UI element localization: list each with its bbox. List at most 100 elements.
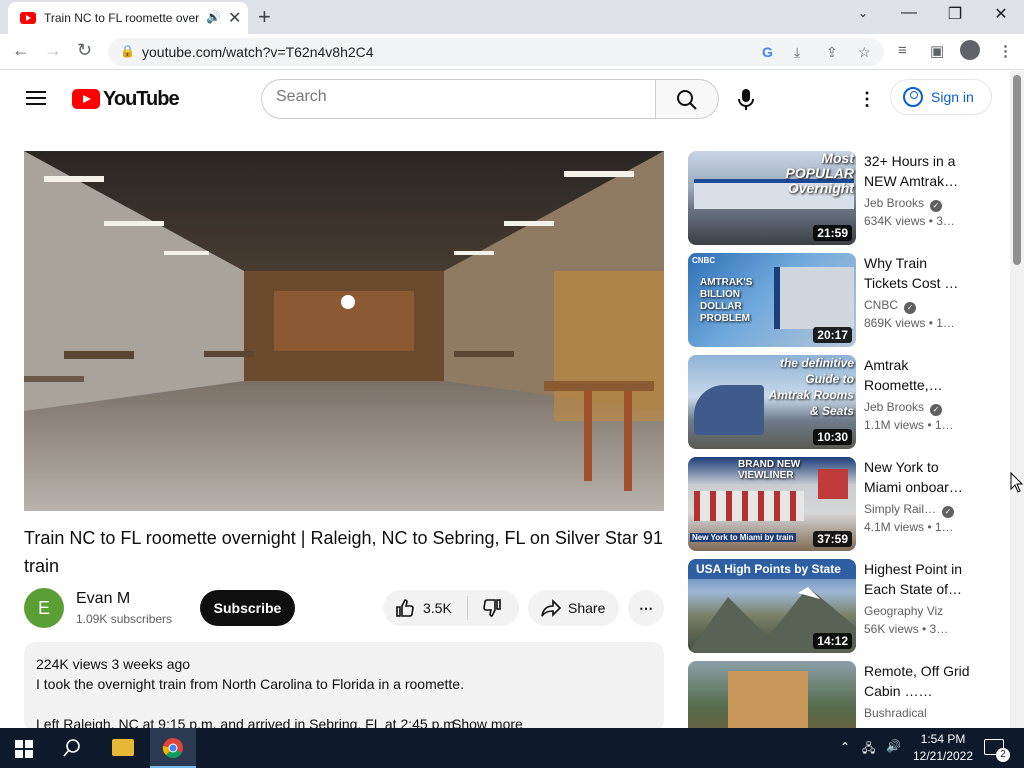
search-button[interactable] <box>655 79 719 119</box>
recommendation-title[interactable]: New York to Miami onboar… <box>864 457 974 497</box>
recommendation-stats: 4.1M views • 1… <box>864 520 954 534</box>
like-count: 3.5K <box>423 600 452 616</box>
channel-name[interactable]: Evan M <box>76 590 130 608</box>
browser-tab[interactable]: Train NC to FL roomette overnight | Rale… <box>8 2 248 34</box>
subscribe-button[interactable]: Subscribe <box>200 590 295 626</box>
volume-icon[interactable]: 🔊 <box>886 739 901 753</box>
cabin-shape <box>728 671 808 728</box>
browser-tab-strip: Train NC to FL roomette overnight | Rale… <box>0 0 1024 34</box>
clock-time[interactable]: 1:54 PM <box>917 732 969 746</box>
recommendation-item[interactable]: USA High Points by State 14:12 Highest P… <box>688 559 988 653</box>
recommendation-title[interactable]: Why Train Tickets Cost … <box>864 253 974 293</box>
reload-icon[interactable]: ↻ <box>77 40 92 61</box>
channel-avatar[interactable]: E <box>24 588 64 628</box>
side-panel-icon[interactable]: ▣ <box>930 42 944 60</box>
thumbnail-overlay-text: the definitive Guide to Amtrak Rooms & S… <box>768 356 854 418</box>
verified-check-icon: ✓ <box>942 506 955 518</box>
recommendation-stats: 634K views • 3… <box>864 214 955 228</box>
recommendation-item[interactable]: the definitive Guide to Amtrak Rooms & S… <box>688 355 988 449</box>
url-text[interactable]: youtube.com/watch?v=T62n4v8h2C4 <box>142 44 374 60</box>
new-tab-button[interactable]: + <box>258 4 271 30</box>
windows-start-icon[interactable] <box>15 740 33 758</box>
speaker-icon[interactable]: 🔊 <box>206 10 221 24</box>
scrollbar-thumb[interactable] <box>1013 75 1021 265</box>
description-line-1: I took the overnight train from North Ca… <box>36 676 464 692</box>
minimize-button[interactable]: — <box>886 4 932 22</box>
video-duration: 10:30 <box>813 429 852 445</box>
share-button[interactable]: Share <box>528 590 619 626</box>
recommendation-channel[interactable]: Simply Rail… ✓ <box>864 502 955 518</box>
taskbar-chrome-button[interactable] <box>150 728 196 768</box>
file-explorer-icon[interactable] <box>112 739 134 756</box>
page-scrollbar[interactable] <box>1010 71 1024 728</box>
recommendation-item[interactable]: Remote, Off Grid Cabin …… Bushradical <box>688 661 988 728</box>
video-thumbnail[interactable] <box>688 661 856 728</box>
video-thumbnail[interactable]: CNBC AMTRAK'S BILLION DOLLAR PROBLEM 20:… <box>688 253 856 347</box>
more-horizontal-icon: ⋯ <box>639 600 653 616</box>
video-thumbnail[interactable]: Most POPULAR Overnight 21:59 <box>688 151 856 245</box>
forward-arrow-icon[interactable]: → <box>44 40 62 61</box>
thumbs-down-icon <box>483 599 501 617</box>
share-label: Share <box>568 600 606 616</box>
verified-check-icon: ✓ <box>930 200 943 212</box>
recommendation-channel[interactable]: Jeb Brooks ✓ <box>864 196 943 212</box>
settings-more-icon[interactable]: ⋮ <box>858 89 876 110</box>
thumbnail-overlay-text: Most POPULAR Overnight <box>785 151 854 196</box>
description-box[interactable]: 224K views 3 weeks ago I took the overni… <box>24 642 664 732</box>
recommendation-title[interactable]: Remote, Off Grid Cabin …… <box>864 661 974 701</box>
video-frame <box>24 151 664 511</box>
recommendation-channel[interactable]: Bushradical <box>864 706 927 720</box>
sign-in-label: Sign in <box>931 89 974 105</box>
youtube-header: YouTube ⋮ Sign in <box>0 71 1010 127</box>
browser-toolbar: ← → ↻ 🔒 youtube.com/watch?v=T62n4v8h2C4 … <box>0 34 1024 70</box>
recommendation-channel[interactable]: CNBC ✓ <box>864 298 917 314</box>
network-icon[interactable]: 🖧 <box>862 739 875 760</box>
dislike-button[interactable] <box>468 590 519 626</box>
recommendation-title[interactable]: 32+ Hours in a NEW Amtrak… <box>864 151 974 191</box>
video-thumbnail[interactable]: the definitive Guide to Amtrak Rooms & S… <box>688 355 856 449</box>
google-lens-icon[interactable]: G <box>762 44 773 60</box>
youtube-play-icon <box>72 89 100 109</box>
chrome-icon <box>162 738 183 759</box>
more-actions-button[interactable]: ⋯ <box>628 590 664 626</box>
video-title: Train NC to FL roomette overnight | Rale… <box>24 528 663 576</box>
recommendation-item[interactable]: BRAND NEW VIEWLINER New York to Miami by… <box>688 457 988 551</box>
hamburger-menu-icon[interactable] <box>26 91 46 105</box>
lock-icon[interactable]: 🔒 <box>120 44 135 58</box>
media-control-icon[interactable]: ≡ <box>898 42 907 59</box>
chrome-menu-icon[interactable]: ⋮ <box>998 42 1013 60</box>
address-bar[interactable]: 🔒 youtube.com/watch?v=T62n4v8h2C4 G ⤓ ⇪ … <box>108 38 884 66</box>
recommendation-item[interactable]: Most POPULAR Overnight 21:59 32+ Hours i… <box>688 151 988 245</box>
microphone-icon[interactable] <box>736 89 756 116</box>
video-thumbnail[interactable]: USA High Points by State 14:12 <box>688 559 856 653</box>
show-hidden-icons-chevron[interactable]: ⌃ <box>840 740 850 754</box>
subscriber-count: 1.09K subscribers <box>76 612 173 626</box>
recommendation-channel[interactable]: Geography Viz <box>864 604 943 618</box>
recommendation-title[interactable]: Amtrak Roomette,… <box>864 355 974 395</box>
tab-close-icon[interactable]: ✕ <box>228 8 241 28</box>
like-button[interactable]: 3.5K <box>383 590 467 626</box>
taskbar-search-icon[interactable] <box>63 739 81 757</box>
search-icon <box>677 90 697 110</box>
sign-in-button[interactable]: Sign in <box>890 79 992 115</box>
video-thumbnail[interactable]: BRAND NEW VIEWLINER New York to Miami by… <box>688 457 856 551</box>
back-arrow-icon[interactable]: ← <box>12 40 30 61</box>
recommendation-title[interactable]: Highest Point in Each State of… <box>864 559 974 599</box>
profile-avatar-icon[interactable] <box>960 40 980 60</box>
clock-date[interactable]: 12/21/2022 <box>910 749 976 763</box>
recommendation-item[interactable]: CNBC AMTRAK'S BILLION DOLLAR PROBLEM 20:… <box>688 253 988 347</box>
bookmark-star-icon[interactable]: ☆ <box>858 44 871 61</box>
close-window-button[interactable]: ✕ <box>978 4 1024 24</box>
tab-search-chevron-icon[interactable]: ⌄ <box>840 6 886 20</box>
recommendation-channel[interactable]: Jeb Brooks ✓ <box>864 400 943 416</box>
thumbnail-overlay-text: BRAND NEW VIEWLINER <box>738 459 801 481</box>
search-box[interactable] <box>261 79 656 119</box>
recommendation-stats: 56K views • 3… <box>864 622 949 636</box>
search-input[interactable] <box>276 88 636 106</box>
video-duration: 14:12 <box>813 633 852 649</box>
install-icon[interactable]: ⤓ <box>794 44 800 61</box>
video-duration: 20:17 <box>813 327 852 343</box>
restore-button[interactable]: ❐ <box>932 4 978 24</box>
share-page-icon[interactable]: ⇪ <box>826 44 838 61</box>
video-player[interactable] <box>24 151 664 511</box>
